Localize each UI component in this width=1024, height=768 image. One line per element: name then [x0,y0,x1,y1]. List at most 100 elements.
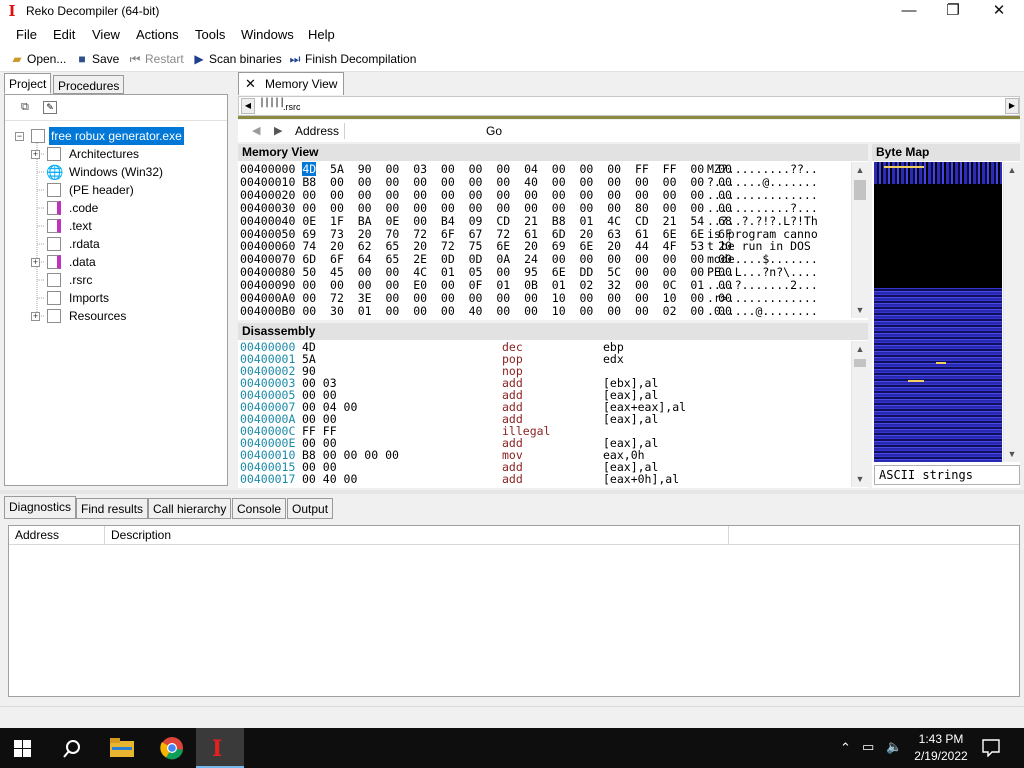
hex-byte[interactable]: 00 [469,188,483,202]
tab-output[interactable]: Output [287,498,334,519]
hex-byte[interactable]: 20 [413,239,427,253]
hex-byte[interactable]: 00 [524,201,538,215]
forward-arrow-icon[interactable]: ▶ [274,124,282,137]
hex-byte[interactable]: 00 [385,175,399,189]
hex-byte[interactable]: 4D [302,162,317,176]
hex-byte[interactable]: 5A [330,162,344,176]
hex-byte[interactable]: 00 [302,278,316,292]
hex-byte[interactable]: 80 [635,201,649,215]
hex-byte[interactable]: 00 [385,188,399,202]
menu-file[interactable]: File [16,27,37,42]
hex-byte[interactable]: 0C [663,278,677,292]
close-window-button[interactable]: ✕ [976,0,1022,22]
hex-byte[interactable]: 00 [385,201,399,215]
hex-byte[interactable]: 21 [663,214,677,228]
expand-toggle-icon[interactable]: + [31,312,40,321]
collapse-all-icon[interactable]: ⧉ [21,101,29,114]
hex-byte[interactable]: 02 [663,304,677,318]
tab-console[interactable]: Console [232,498,287,519]
hex-byte[interactable]: 00 [358,278,372,292]
hex-byte[interactable]: 00 [690,265,704,279]
hex-byte[interactable]: 00 [607,291,621,305]
hex-byte[interactable]: 00 [690,291,704,305]
hex-byte[interactable]: 53 [690,239,704,253]
hex-byte[interactable]: 00 [358,175,372,189]
hex-byte[interactable]: 00 [690,252,704,266]
scroll-up-icon[interactable]: ▲ [852,341,868,357]
hex-byte[interactable]: 6D [302,252,316,266]
hex-byte[interactable]: 00 [496,175,510,189]
hex-byte[interactable]: 00 [635,252,649,266]
hex-byte[interactable]: 00 [385,162,399,176]
hex-byte[interactable]: 73 [330,227,344,241]
hex-byte[interactable]: 4C [413,265,427,279]
hex-byte[interactable]: 00 [580,188,594,202]
hex-byte[interactable]: 20 [580,227,594,241]
maximize-button[interactable]: ❐ [930,0,976,22]
hex-byte[interactable]: 00 [358,201,372,215]
hex-byte[interactable]: 4F [663,239,677,253]
hex-byte[interactable]: 2E [413,252,427,266]
hex-byte[interactable]: 0E [385,214,399,228]
finish-decompilation-button[interactable]: ⏭ Finish Decompilation [288,52,417,67]
scan-binaries-button[interactable]: ▶ Scan binaries [192,52,281,66]
hex-byte[interactable]: 00 [413,214,427,228]
hex-byte[interactable]: 00 [441,278,455,292]
hex-byte[interactable]: 6E [496,239,510,253]
clock-time[interactable]: 1:43 PM [913,732,969,746]
file-explorer-icon[interactable] [110,738,134,758]
hex-byte[interactable]: 0E [302,214,316,228]
chrome-icon[interactable] [160,736,184,760]
hex-byte[interactable]: 04 [524,162,538,176]
hex-byte[interactable]: 00 [607,188,621,202]
hex-byte[interactable]: 00 [496,188,510,202]
scroll-down-icon[interactable]: ▼ [852,302,868,318]
tab-call-hierarchy[interactable]: Call hierarchy [148,498,232,519]
hex-byte[interactable]: 00 [690,188,704,202]
column-header-description[interactable]: Description [105,526,729,545]
hex-byte[interactable]: 03 [413,162,427,176]
hex-byte[interactable]: 01 [690,278,704,292]
hex-byte[interactable]: 00 [441,291,455,305]
hex-byte[interactable]: 00 [469,291,483,305]
hex-byte[interactable]: 65 [385,252,399,266]
go-button[interactable]: Go [486,124,502,138]
properties-icon[interactable]: ✎ [43,101,57,114]
hex-byte[interactable]: 00 [524,291,538,305]
hex-byte[interactable]: 00 [635,304,649,318]
hex-byte[interactable]: 00 [580,175,594,189]
hex-byte[interactable]: 00 [385,278,399,292]
hex-byte[interactable]: 01 [358,304,372,318]
hex-byte[interactable]: 24 [524,252,538,266]
hex-byte[interactable]: 50 [302,265,316,279]
hex-byte[interactable]: 00 [663,252,677,266]
hex-byte[interactable]: 00 [635,175,649,189]
hex-byte[interactable]: 01 [580,214,594,228]
menu-edit[interactable]: Edit [53,27,75,42]
hex-byte[interactable]: CD [635,214,649,228]
clock-date[interactable]: 2/19/2022 [913,749,969,763]
hex-byte[interactable]: 00 [469,175,483,189]
hex-byte[interactable]: 00 [635,188,649,202]
hex-byte[interactable]: 00 [690,201,704,215]
hex-byte[interactable]: 01 [441,265,455,279]
scroll-left-icon[interactable]: ◀ [241,98,255,114]
diagnostics-list[interactable]: Address Description [8,525,1020,697]
hex-byte[interactable]: 00 [607,304,621,318]
hex-byte[interactable]: 6D [552,227,566,241]
byte-map-filter-select[interactable]: ASCII strings [874,465,1020,485]
minimize-button[interactable]: — [886,0,932,22]
hex-byte[interactable]: 10 [552,291,566,305]
hex-byte[interactable]: 00 [413,175,427,189]
hex-byte[interactable]: 00 [358,188,372,202]
hex-byte[interactable]: 32 [607,278,621,292]
hex-byte[interactable]: 00 [413,304,427,318]
hex-byte[interactable]: 72 [413,227,427,241]
hex-byte[interactable]: 67 [469,227,483,241]
hex-byte[interactable]: 6E [690,227,704,241]
windows-start-icon[interactable] [14,740,32,758]
hex-byte[interactable]: 00 [496,162,510,176]
tab-procedures[interactable]: Procedures [53,75,125,94]
tab-memory-view[interactable]: ✕ Memory View [238,72,344,95]
hex-byte[interactable]: 00 [302,188,316,202]
